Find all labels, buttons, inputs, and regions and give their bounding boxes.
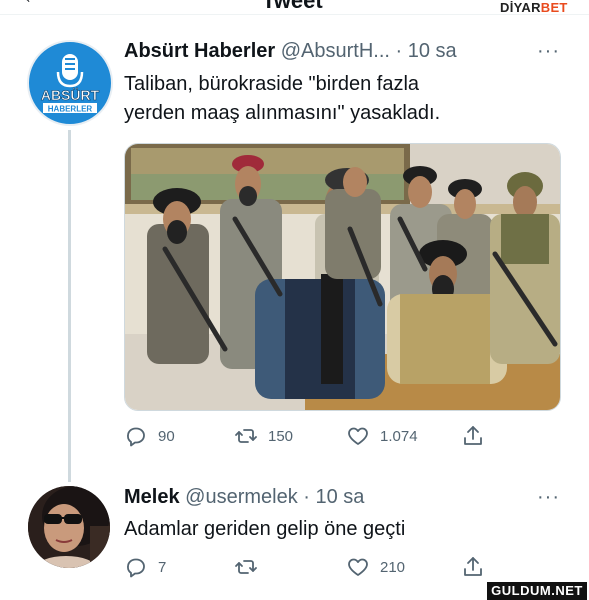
tweet1-retweet-count: 150 <box>268 427 294 445</box>
tweet2-like-button[interactable]: 210 <box>346 555 405 579</box>
top-bar: ← Tweet DİYARBET <box>0 0 589 15</box>
diyarbet-watermark: DİYARBET <box>500 0 568 15</box>
page-title: Tweet <box>262 0 323 13</box>
tweet2-like-count: 210 <box>380 558 406 576</box>
absurt-logo-icon: ABSÜRT HABERLER <box>30 43 110 123</box>
tweet1-retweet-button[interactable]: 150 <box>234 424 293 448</box>
tweet2-more-icon[interactable]: ··· <box>537 486 560 509</box>
tweet1-more-icon[interactable]: ··· <box>537 40 560 63</box>
retweet-icon <box>235 560 257 574</box>
tweet2-author-name[interactable]: Melek <box>124 486 180 508</box>
tweet1-share-button[interactable] <box>461 424 485 448</box>
tweet1-text-line2: yerden maaş alınmasını" yasakladı. <box>124 102 441 124</box>
tweet1-header: Absürt Haberler @AbsurtH... · 10 sa <box>124 40 457 63</box>
tweet2-share-button[interactable] <box>461 555 485 579</box>
tweet2-header: Melek @usermelek · 10 sa <box>124 486 364 509</box>
tweet1-reply-count: 90 <box>158 427 175 445</box>
watermark-part1: DİYAR <box>500 0 541 15</box>
heart-icon <box>348 427 368 445</box>
tweet1-handle-time[interactable]: @AbsurtH... · 10 sa <box>281 40 457 62</box>
tweet1-photo[interactable] <box>124 143 561 411</box>
tweet2-actions: 7 210 <box>124 555 564 579</box>
tweet2-retweet-button[interactable] <box>234 555 258 579</box>
melek-avatar[interactable] <box>28 486 110 568</box>
tweet2-text: Adamlar geriden gelip öne geçti <box>124 518 406 540</box>
reply-icon <box>127 427 145 447</box>
user-photo-icon <box>28 486 110 568</box>
tweet1-actions: 90 150 1.074 <box>124 424 564 448</box>
tweet2-reply-button[interactable]: 7 <box>124 555 166 579</box>
heart-icon <box>348 558 368 576</box>
arrow-left-icon[interactable]: ← <box>22 0 42 9</box>
retweet-icon <box>235 429 257 443</box>
tweet1-text-line1: Taliban, bürokraside "birden fazla <box>124 73 420 95</box>
absurt-haberler-avatar[interactable]: ABSÜRT HABERLER <box>27 40 113 126</box>
watermark-part2: BET <box>540 0 568 15</box>
tweet1-author-name[interactable]: Absürt Haberler <box>124 40 275 62</box>
tweet1-text: Taliban, bürokraside "birden fazla yerde… <box>124 70 440 128</box>
header-divider <box>0 14 589 15</box>
avatar-subtitle: HABERLER <box>48 105 93 114</box>
tweet1-like-count: 1.074 <box>380 427 418 445</box>
tweet2-reply-count: 7 <box>158 558 167 576</box>
thread-connector-line <box>68 130 71 482</box>
share-icon <box>464 557 482 576</box>
share-icon <box>464 426 482 445</box>
tweet2-handle-time[interactable]: @usermelek · 10 sa <box>185 486 364 508</box>
guldum-watermark: GULDUM.NET <box>487 582 587 600</box>
tweet1-like-button[interactable]: 1.074 <box>346 424 418 448</box>
avatar-title: ABSÜRT <box>41 87 100 103</box>
photo-image <box>125 144 560 410</box>
reply-icon <box>127 558 145 578</box>
tweet1-reply-button[interactable]: 90 <box>124 424 175 448</box>
